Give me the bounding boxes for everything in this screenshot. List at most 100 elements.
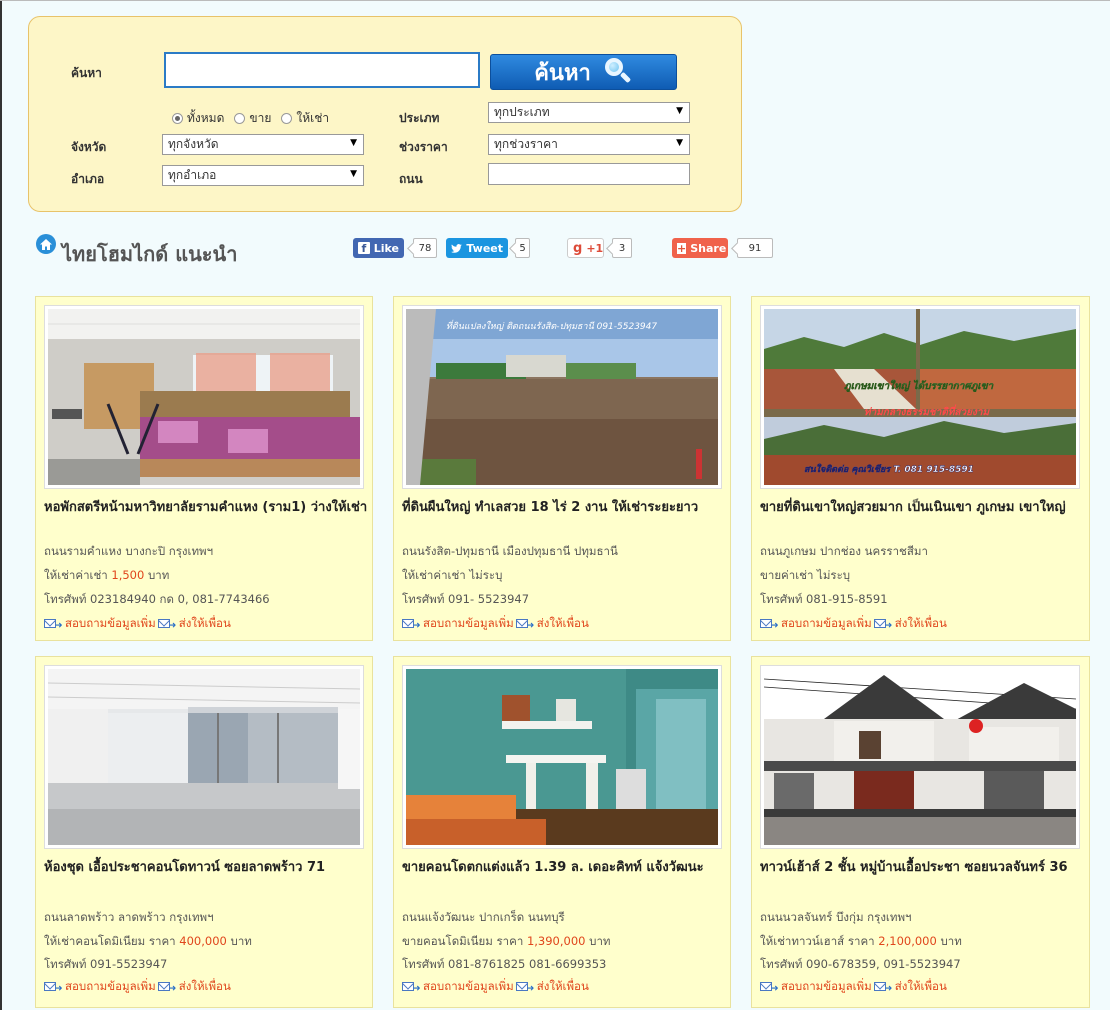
inquire-link[interactable]: สอบถามข้อมูลเพิ่ม	[65, 978, 156, 996]
radio-all[interactable]	[172, 113, 183, 124]
district-select-value: ทุกอำเภอ	[168, 168, 217, 182]
listing-location: ถนนแจ้งวัฒนะ ปากเกร็ด นนทบุรี	[402, 910, 565, 924]
mail-forward-icon: ➜	[402, 618, 421, 630]
listing-links: ➜ สอบถามข้อมูลเพิ่ม ➜ ส่งให้เพื่อน	[44, 978, 231, 996]
search-label: ค้นหา	[71, 66, 102, 80]
facebook-icon: f	[358, 242, 370, 254]
listing-title[interactable]: หอพักสตรีหน้ามหาวิทยาลัยรามคำแหง (ราม1) …	[44, 499, 370, 517]
home-icon	[36, 234, 56, 254]
facebook-like-button[interactable]: f Like	[353, 238, 404, 258]
mail-forward-icon: ➜	[515, 981, 534, 993]
share-label: Share	[690, 241, 727, 255]
twitter-bird-icon	[451, 243, 462, 253]
road-input[interactable]	[488, 163, 690, 185]
google-plus-button[interactable]: g +1	[567, 238, 604, 258]
send-to-friend-link[interactable]: ส่งให้เพื่อน	[537, 978, 589, 996]
type-select[interactable]: ทุกประเภท ▼	[488, 102, 690, 123]
listing-title[interactable]: ห้องชุด เอื้อประชาคอนโดทาวน์ ซอยลาดพร้าว…	[44, 859, 370, 877]
listing-type-radios: ทั้งหมด ขาย ให้เช่า	[166, 109, 329, 128]
mail-forward-icon: ➜	[760, 618, 779, 630]
listing-price: ให้เช่าทาวน์เฮาส์ ราคา 2,100,000 บาท	[760, 934, 962, 948]
listing-card[interactable]: หอพักสตรีหน้ามหาวิทยาลัยรามคำแหง (ราม1) …	[35, 296, 373, 641]
google-plus-label: +1	[586, 241, 604, 255]
listing-card[interactable]: ทาวน์เฮ้าส์ 2 ชั้น หมู่บ้านเอื้อประชา ซอ…	[751, 656, 1090, 1008]
mail-forward-icon: ➜	[402, 981, 421, 993]
listing-price: ให้เช่าค่าเช่า 1,500 บาท	[44, 568, 170, 582]
mail-forward-icon: ➜	[760, 981, 779, 993]
send-to-friend-link[interactable]: ส่งให้เพื่อน	[179, 615, 231, 633]
type-label: ประเภท	[399, 111, 440, 125]
radio-sale[interactable]	[234, 113, 246, 124]
radio-rent[interactable]	[281, 113, 293, 124]
send-to-friend-link[interactable]: ส่งให้เพื่อน	[895, 615, 947, 633]
listing-photo[interactable]	[402, 665, 722, 849]
search-button[interactable]: ค้นหา	[490, 54, 677, 90]
facebook-like-count: 78	[413, 238, 437, 258]
listing-location: ถนนลาดพร้าว ลาดพร้าว กรุงเทพฯ	[44, 910, 214, 924]
type-select-value: ทุกประเภท	[494, 105, 550, 119]
dropdown-arrow-icon: ▼	[350, 138, 357, 148]
tweet-count: 5	[515, 238, 530, 258]
photo-caption: ท่ามกลางธรรมชาติที่สวยงาม	[864, 404, 990, 418]
province-select-value: ทุกจังหวัด	[168, 137, 219, 151]
price-range-label: ช่วงราคา	[399, 140, 448, 154]
inquire-link[interactable]: สอบถามข้อมูลเพิ่ม	[781, 978, 872, 996]
listing-phone: โทรศัพท์ 081-915-8591	[760, 592, 888, 606]
google-plus-count: 3	[612, 238, 632, 258]
listing-photo[interactable]	[44, 305, 364, 489]
listing-location: ถนนภูเกษม ปากช่อง นครราชสีมา	[760, 544, 928, 558]
listing-card[interactable]: ขายคอนโดตกแต่งแล้ว 1.39 ล. เดอะคิทท์ แจ้…	[393, 656, 731, 1008]
listing-links: ➜ สอบถามข้อมูลเพิ่ม ➜ ส่งให้เพื่อน	[402, 978, 589, 996]
send-to-friend-link[interactable]: ส่งให้เพื่อน	[537, 615, 589, 633]
mail-forward-icon: ➜	[157, 618, 176, 630]
listing-phone: โทรศัพท์ 091-5523947	[44, 957, 168, 971]
mail-forward-icon: ➜	[44, 981, 63, 993]
radio-sale-label: ขาย	[249, 111, 272, 125]
inquire-link[interactable]: สอบถามข้อมูลเพิ่ม	[423, 615, 514, 633]
send-to-friend-link[interactable]: ส่งให้เพื่อน	[895, 978, 947, 996]
listing-photo[interactable]: ภูเกษมเขาใหญ่ ได้บรรยากาศภูเขา ท่ามกลางธ…	[760, 305, 1080, 489]
mail-forward-icon: ➜	[873, 981, 892, 993]
listing-location: ถนนนวลจันทร์ บึงกุ่ม กรุงเทพฯ	[760, 910, 912, 924]
dropdown-arrow-icon: ▼	[350, 169, 357, 179]
facebook-like-label: Like	[373, 241, 399, 255]
window-border-top	[0, 0, 1110, 1]
listing-phone: โทรศัพท์ 091- 5523947	[402, 592, 530, 606]
listing-location: ถนนรังสิต-ปทุมธานี เมืองปทุมธานี ปทุมธาน…	[402, 544, 618, 558]
share-button[interactable]: + Share	[672, 238, 728, 258]
share-count: 91	[737, 238, 773, 258]
listing-links: ➜ สอบถามข้อมูลเพิ่ม ➜ ส่งให้เพื่อน	[760, 978, 947, 996]
listing-photo[interactable]: ที่ดินแปลงใหญ่ ติดถนนรังสิต-ปทุมธานี 091…	[402, 305, 722, 489]
listing-links: ➜ สอบถามข้อมูลเพิ่ม ➜ ส่งให้เพื่อน	[44, 615, 231, 633]
listing-title[interactable]: ทาวน์เฮ้าส์ 2 ชั้น หมู่บ้านเอื้อประชา ซอ…	[760, 859, 1086, 877]
listing-card[interactable]: ที่ดินแปลงใหญ่ ติดถนนรังสิต-ปทุมธานี 091…	[393, 296, 731, 641]
inquire-link[interactable]: สอบถามข้อมูลเพิ่ม	[781, 615, 872, 633]
road-label: ถนน	[399, 172, 423, 186]
listing-card[interactable]: ห้องชุด เอื้อประชาคอนโดทาวน์ ซอยลาดพร้าว…	[35, 656, 373, 1008]
photo-caption: ภูเกษมเขาใหญ่ ได้บรรยากาศภูเขา	[844, 379, 995, 392]
district-label: อำเภอ	[71, 172, 105, 186]
listing-price: ขายคอนโดมิเนียม ราคา 1,390,000 บาท	[402, 934, 611, 948]
search-panel: ค้นหา ค้นหา ทั้งหมด ขาย ให้เช่า ประเภท ท…	[28, 16, 742, 212]
mail-forward-icon: ➜	[515, 618, 534, 630]
district-select[interactable]: ทุกอำเภอ ▼	[162, 165, 364, 186]
photo-caption: สนใจติดต่อ คุณวิเชียร T. 081 915-8591	[804, 463, 974, 475]
listing-photo[interactable]	[760, 665, 1080, 849]
listing-photo[interactable]	[44, 665, 364, 849]
price-range-select[interactable]: ทุกช่วงราคา ▼	[488, 134, 690, 155]
dropdown-arrow-icon: ▼	[676, 138, 683, 148]
listing-title[interactable]: ที่ดินผืนใหญ่ ทำเลสวย 18 ไร่ 2 งาน ให้เช…	[402, 499, 728, 517]
listing-title[interactable]: ขายที่ดินเขาใหญ่สวยมาก เป็นเนินเขา ภูเกษ…	[760, 499, 1086, 517]
province-label: จังหวัด	[71, 140, 107, 154]
listing-title[interactable]: ขายคอนโดตกแต่งแล้ว 1.39 ล. เดอะคิทท์ แจ้…	[402, 859, 728, 877]
listing-price: ให้เช่าค่าเช่า ไม่ระบุ	[402, 568, 503, 582]
inquire-link[interactable]: สอบถามข้อมูลเพิ่ม	[423, 978, 514, 996]
tweet-button[interactable]: Tweet	[446, 238, 508, 258]
listing-price: ขายค่าเช่า ไม่ระบุ	[760, 568, 851, 582]
send-to-friend-link[interactable]: ส่งให้เพื่อน	[179, 978, 231, 996]
listing-card[interactable]: ภูเกษมเขาใหญ่ ได้บรรยากาศภูเขา ท่ามกลางธ…	[751, 296, 1090, 641]
window-border	[0, 0, 2, 1010]
province-select[interactable]: ทุกจังหวัด ▼	[162, 134, 364, 155]
inquire-link[interactable]: สอบถามข้อมูลเพิ่ม	[65, 615, 156, 633]
search-input[interactable]	[164, 52, 480, 88]
